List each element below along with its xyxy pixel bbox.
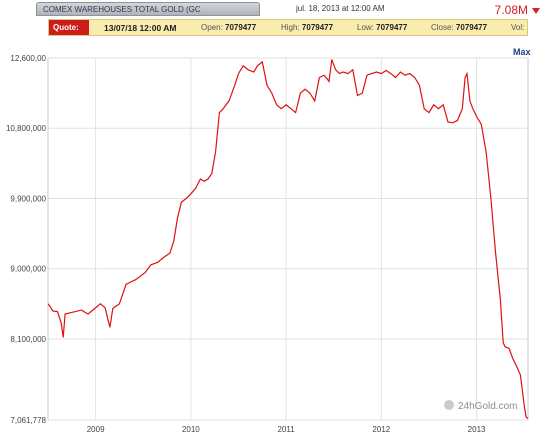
quote-high: High: 7079477 [281, 23, 333, 32]
y-tick-label: 7,061,778 [10, 416, 46, 425]
last-value: 7.08M [494, 3, 528, 17]
quote-vol-label: Vol: [511, 23, 525, 32]
y-tick-label: 12,600,00 [10, 54, 46, 63]
quote-label: Quote: [49, 20, 89, 35]
x-tick-label: 2012 [372, 425, 390, 434]
header-datetime: jul. 18, 2013 at 12:00 AM [296, 4, 385, 13]
quote-close-label: Close: [431, 23, 454, 32]
range-max-button[interactable]: Max [513, 47, 531, 57]
x-tick-label: 2011 [277, 425, 295, 434]
x-tick-label: 2013 [468, 425, 486, 434]
x-tick-label: 2009 [87, 425, 105, 434]
quote-low-label: Low: [357, 23, 374, 32]
quote-low: Low: 7079477 [357, 23, 407, 32]
y-tick-label: 9,900,000 [10, 194, 46, 203]
quote-open-label: Open: [201, 23, 223, 32]
quote-low-value: 7079477 [376, 23, 408, 32]
quote-close-value: 7079477 [455, 23, 488, 32]
chart-title: COMEX WAREHOUSES TOTAL GOLD (GC [43, 5, 201, 14]
chart-title-tab: COMEX WAREHOUSES TOTAL GOLD (GC [36, 2, 260, 16]
quote-high-value: 7079477 [301, 23, 334, 32]
quote-high-label: High: [281, 23, 300, 32]
quote-open-value: 7079477 [225, 23, 257, 32]
quote-open: Open: 7079477 [201, 23, 256, 32]
chart: 7,061,778 8,100,000 9,000,000 9,900,000 10,8… [6, 47, 531, 434]
y-tick-label: 9,000,000 [10, 265, 46, 274]
quote-bar: Quote: 13/07/18 12:00 AM Open: 7079477 H… [48, 19, 528, 36]
y-tick-label: 10,800,000 [6, 124, 47, 133]
quote-date: 13/07/18 12:00 AM [104, 23, 177, 33]
quote-close: Close: 7079477 [431, 23, 487, 32]
y-tick-label: 8,100,000 [10, 335, 46, 344]
plot-area [47, 57, 529, 421]
x-tick-label: 2010 [182, 425, 200, 434]
quote-vol: Vol: [511, 23, 524, 32]
watermark-text: 24hGold.com [458, 401, 517, 412]
watermark-logo-icon [444, 400, 454, 410]
down-arrow-icon [532, 8, 540, 14]
